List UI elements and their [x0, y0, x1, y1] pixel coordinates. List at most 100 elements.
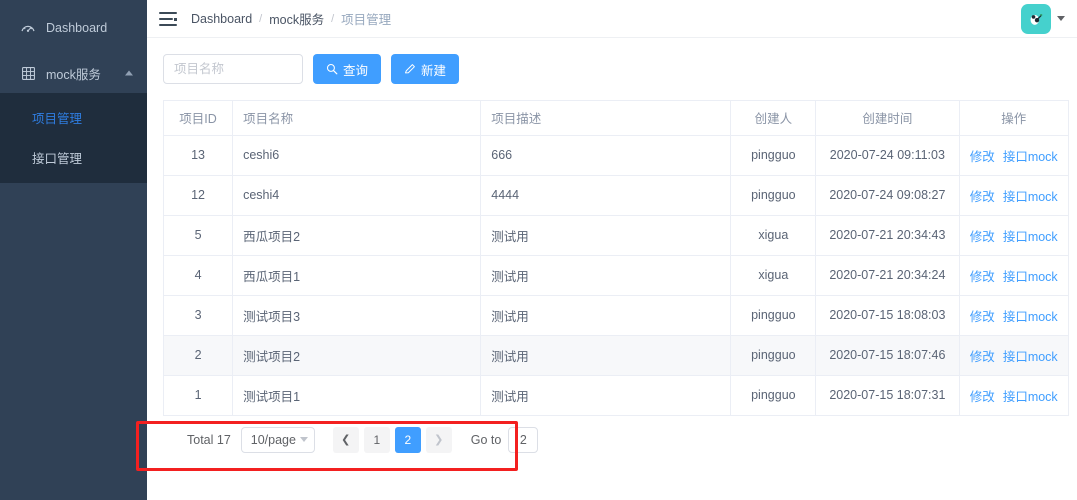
table-row[interactable]: 4 西瓜项目1 测试用 xigua 2020-07-21 20:34:24 修改…: [164, 255, 1068, 296]
cell-project-desc: 测试用: [480, 215, 732, 256]
caret-down-icon[interactable]: [1057, 16, 1065, 21]
sidebar-item-mock-service-label: mock服务: [46, 67, 101, 82]
pagination-page-1[interactable]: 1: [363, 426, 390, 453]
breadcrumb-separator: /: [331, 12, 335, 25]
cell-project-name: 西瓜项目1: [232, 255, 482, 296]
table-row[interactable]: 13 ceshi6 666 pingguo 2020-07-24 09:11:0…: [164, 135, 1068, 176]
cell-creator: pingguo: [730, 375, 817, 416]
cell-project-id: 5: [164, 215, 234, 256]
cell-project-id: 3: [164, 295, 234, 336]
breadcrumb-item-mock-service[interactable]: mock服务: [269, 9, 324, 28]
table-row[interactable]: 5 西瓜项目2 测试用 xigua 2020-07-21 20:34:43 修改…: [164, 215, 1068, 256]
pagination-page-2[interactable]: 2: [394, 426, 421, 453]
page-size-select[interactable]: 10/page: [240, 426, 315, 453]
cell-actions: 修改 接口mock: [959, 215, 1068, 256]
edit-pen-icon: [404, 63, 416, 75]
cell-project-id: 4: [164, 255, 234, 296]
cell-actions: 修改 接口mock: [959, 255, 1068, 296]
chevron-down-icon: [299, 437, 308, 442]
edit-link[interactable]: 修改: [970, 150, 995, 164]
cell-project-desc: 测试用: [480, 295, 732, 336]
cell-creator: xigua: [730, 255, 817, 296]
cell-project-name: ceshi4: [232, 175, 482, 216]
edit-link[interactable]: 修改: [970, 350, 995, 364]
project-table: 项目ID 项目名称 项目描述 创建人 创建时间 操作 13 ceshi6 666: [164, 101, 1068, 416]
pagination-prev-button[interactable]: ❮: [332, 426, 359, 453]
sidebar: Dashboard mock服务 项目管理 接口管理: [0, 0, 147, 500]
cell-create-time: 2020-07-24 09:08:27: [815, 175, 960, 216]
cell-project-desc: 测试用: [480, 335, 732, 376]
column-header-project-id: 项目ID: [164, 101, 234, 136]
search-button-label: 查询: [343, 63, 369, 78]
table-body: 13 ceshi6 666 pingguo 2020-07-24 09:11:0…: [164, 135, 1068, 416]
column-header-actions: 操作: [959, 101, 1068, 136]
sidebar-item-project-management[interactable]: 项目管理: [0, 97, 147, 137]
cell-create-time: 2020-07-15 18:07:31: [815, 375, 960, 416]
project-table-wrapper: 项目ID 项目名称 项目描述 创建人 创建时间 操作 13 ceshi6 666: [163, 100, 1069, 416]
cell-project-desc: 测试用: [480, 255, 732, 296]
cell-creator: pingguo: [730, 135, 817, 176]
user-menu[interactable]: [1021, 3, 1065, 34]
cell-project-name: 测试项目3: [232, 295, 482, 336]
sidebar-item-interface-management-label: 接口管理: [32, 151, 83, 166]
cell-create-time: 2020-07-21 20:34:43: [815, 215, 960, 256]
pagination-goto-input[interactable]: [508, 426, 539, 453]
mock-link[interactable]: 接口mock: [1003, 230, 1058, 244]
search-input[interactable]: [163, 54, 303, 84]
cell-creator: pingguo: [730, 175, 817, 216]
breadcrumb: Dashboard / mock服务 / 项目管理: [191, 9, 391, 28]
mock-link[interactable]: 接口mock: [1003, 350, 1058, 364]
breadcrumb-item-project-management: 项目管理: [341, 13, 392, 27]
filter-toolbar: 查询 新建: [163, 54, 1069, 84]
sidebar-item-interface-management[interactable]: 接口管理: [0, 137, 147, 177]
sidebar-item-dashboard[interactable]: Dashboard: [0, 8, 147, 48]
cell-actions: 修改 接口mock: [959, 335, 1068, 376]
search-button[interactable]: 查询: [313, 54, 382, 84]
sidebar-item-mock-service[interactable]: mock服务: [0, 53, 147, 93]
cell-project-name: 测试项目1: [232, 375, 482, 416]
column-header-project-name: 项目名称: [232, 101, 482, 136]
edit-link[interactable]: 修改: [970, 310, 995, 324]
cell-project-desc: 666: [480, 135, 732, 176]
top-navbar: Dashboard / mock服务 / 项目管理: [147, 0, 1077, 38]
sidebar-submenu: 项目管理 接口管理: [0, 93, 147, 183]
table-row[interactable]: 1 测试项目1 测试用 pingguo 2020-07-15 18:07:31 …: [164, 375, 1068, 416]
pagination-goto-label: Go to: [470, 432, 502, 447]
search-icon: [326, 63, 338, 75]
mock-link[interactable]: 接口mock: [1003, 390, 1058, 404]
column-header-project-desc: 项目描述: [480, 101, 732, 136]
mock-link[interactable]: 接口mock: [1003, 190, 1058, 204]
page-content: 查询 新建 项目ID 项目名称: [147, 38, 1077, 500]
table-row[interactable]: 12 ceshi4 4444 pingguo 2020-07-24 09:08:…: [164, 175, 1068, 216]
edit-link[interactable]: 修改: [970, 190, 995, 204]
table-row[interactable]: 3 测试项目3 测试用 pingguo 2020-07-15 18:08:03 …: [164, 295, 1068, 336]
cell-actions: 修改 接口mock: [959, 135, 1068, 176]
column-header-create-time: 创建时间: [815, 101, 960, 136]
create-button[interactable]: 新建: [391, 54, 460, 84]
table-header: 项目ID 项目名称 项目描述 创建人 创建时间 操作: [164, 101, 1068, 136]
cell-project-name: 测试项目2: [232, 335, 482, 376]
mock-link[interactable]: 接口mock: [1003, 150, 1058, 164]
cell-create-time: 2020-07-24 09:11:03: [815, 135, 960, 176]
pagination-next-button[interactable]: ❯: [425, 426, 452, 453]
pagination: Total 17 10/page ❮ 1 2 ❯ Go to: [163, 416, 1069, 464]
mock-link[interactable]: 接口mock: [1003, 270, 1058, 284]
cell-project-name: ceshi6: [232, 135, 482, 176]
mock-link[interactable]: 接口mock: [1003, 310, 1058, 324]
grid-icon: [20, 65, 36, 81]
edit-link[interactable]: 修改: [970, 390, 995, 404]
avatar[interactable]: [1021, 3, 1051, 34]
hamburger-icon[interactable]: [159, 11, 177, 26]
breadcrumb-item-dashboard[interactable]: Dashboard: [191, 12, 252, 26]
dashboard-icon: [20, 20, 36, 36]
table-row[interactable]: 2 测试项目2 测试用 pingguo 2020-07-15 18:07:46 …: [164, 335, 1068, 376]
cell-actions: 修改 接口mock: [959, 295, 1068, 336]
sidebar-item-dashboard-label: Dashboard: [46, 21, 108, 35]
edit-link[interactable]: 修改: [970, 230, 995, 244]
breadcrumb-separator: /: [259, 12, 263, 25]
create-button-label: 新建: [421, 63, 447, 78]
chevron-up-icon: [125, 70, 133, 76]
app-root: Dashboard mock服务 项目管理 接口管理 Dashboard / m…: [0, 0, 1077, 500]
pagination-total: Total 17: [187, 432, 231, 447]
edit-link[interactable]: 修改: [970, 270, 995, 284]
